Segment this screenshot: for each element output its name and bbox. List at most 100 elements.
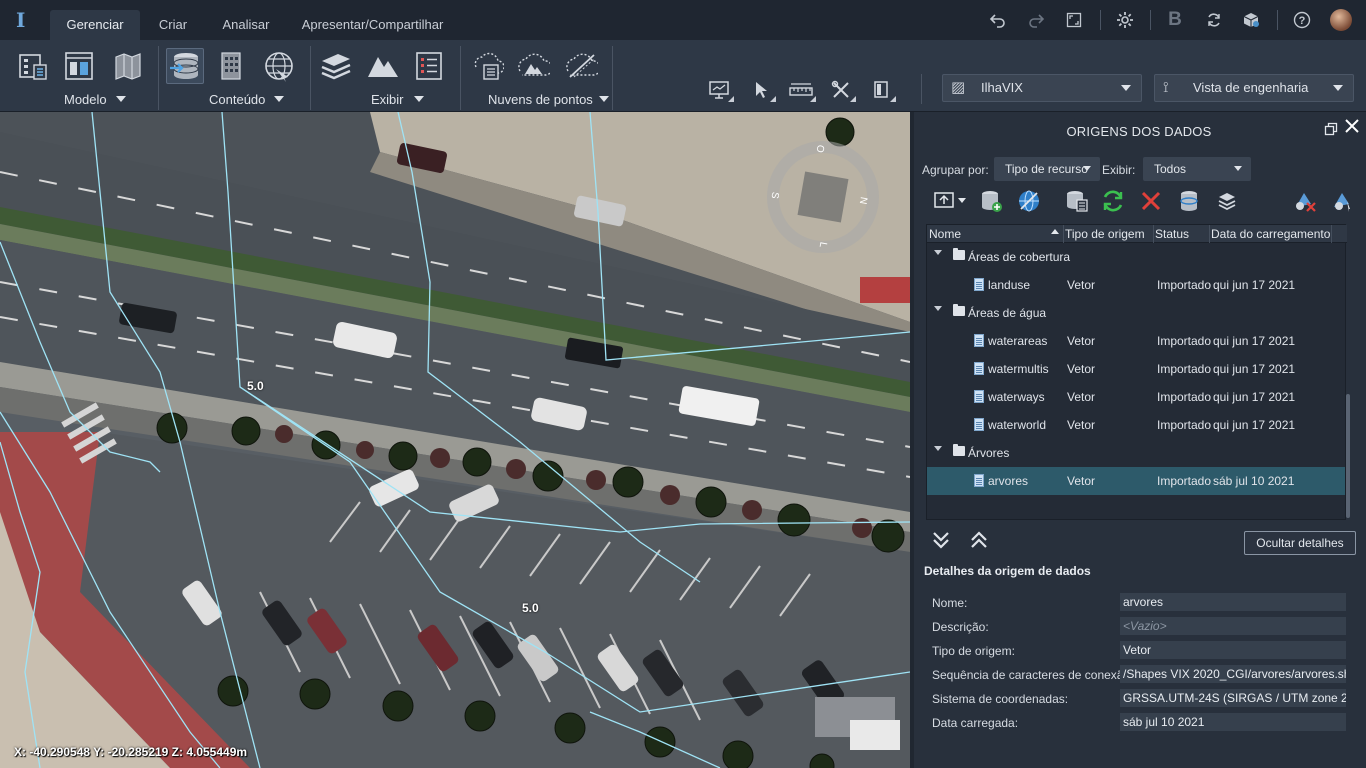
hide-details-button[interactable]: Ocultar detalhes <box>1244 531 1356 555</box>
remove-icon[interactable] <box>1138 188 1164 214</box>
delete-style-icon[interactable] <box>1292 188 1318 214</box>
collapse-all-icon[interactable] <box>930 530 952 552</box>
group-label-modelo[interactable]: Modelo <box>64 92 107 107</box>
close-icon[interactable] <box>1344 118 1362 136</box>
detail-value-description[interactable]: <Vazio> <box>1120 617 1346 635</box>
group-name: Áreas de cobertura <box>968 250 1071 264</box>
navigation-compass[interactable]: N L S O <box>766 140 880 254</box>
presentation-tool-icon[interactable] <box>706 78 734 102</box>
separator <box>310 46 311 110</box>
expand-all-icon[interactable] <box>968 530 990 552</box>
view-selector[interactable]: ⟟ Vista de engenharia <box>1154 74 1354 102</box>
table-row[interactable]: waterworld Vetor Importado qui jun 17 20… <box>927 411 1345 439</box>
fullscreen-icon[interactable] <box>1062 8 1086 32</box>
group-label-conteudo[interactable]: Conteúdo <box>209 92 265 107</box>
tab-apresentar-compartilhar[interactable]: Apresentar/Compartilhar <box>300 10 445 40</box>
buildings-icon[interactable] <box>212 48 250 84</box>
column-header-nome[interactable]: Nome <box>929 227 961 241</box>
terrain-icon[interactable] <box>364 48 402 84</box>
column-header-status[interactable]: Status <box>1155 227 1189 241</box>
table-row[interactable]: watermultis Vetor Importado qui jun 17 2… <box>927 355 1345 383</box>
utilities-tool-icon[interactable] <box>828 78 856 102</box>
detail-value-name[interactable]: arvores <box>1120 593 1346 611</box>
table-row-group[interactable]: Áreas de água <box>927 299 1345 327</box>
row-date: qui jun 17 2021 <box>1213 334 1296 348</box>
group-label-exibir[interactable]: Exibir <box>371 92 404 107</box>
sort-ascending-icon[interactable] <box>1051 229 1059 234</box>
expand-icon[interactable] <box>934 306 942 311</box>
model-selector[interactable]: ▨ IlhaVIX <box>942 74 1142 102</box>
chevron-down-icon <box>1333 85 1343 91</box>
data-sources-table: Nome Tipo de origem Status Data do carre… <box>926 224 1347 520</box>
model-properties-icon[interactable] <box>14 48 52 84</box>
model-explorer-icon[interactable] <box>60 48 98 84</box>
model-map-icon[interactable] <box>108 48 146 84</box>
table-row-group[interactable]: Árvores <box>927 439 1345 467</box>
add-style-icon[interactable] <box>1330 188 1356 214</box>
tab-gerenciar[interactable]: Gerenciar <box>50 10 140 40</box>
row-date: qui jun 17 2021 <box>1213 362 1296 376</box>
map-viewport[interactable]: 5.0 5.0 N L S O X: -40.290548 Y: -20.285… <box>0 112 910 768</box>
bim-b-icon[interactable]: B <box>1163 8 1187 32</box>
expand-icon[interactable] <box>934 250 942 255</box>
row-date: qui jun 17 2021 <box>1213 418 1296 432</box>
chevron-down-icon[interactable] <box>274 96 284 102</box>
detail-value-source-type[interactable]: Vetor <box>1120 641 1346 659</box>
stack-icon[interactable] <box>1214 188 1240 214</box>
panel-title: ORIGENS DOS DADOS <box>1066 124 1212 139</box>
table-row[interactable]: waterways Vetor Importado qui jun 17 202… <box>927 383 1345 411</box>
globe-icon[interactable] <box>260 48 298 84</box>
new-database-icon[interactable] <box>978 188 1004 214</box>
separator <box>1277 10 1278 30</box>
row-status: Importado <box>1157 334 1212 348</box>
column-header-tipo-de-origem[interactable]: Tipo de origem <box>1065 227 1145 241</box>
table-header: Nome Tipo de origem Status Data do carre… <box>927 225 1347 243</box>
source-properties-icon[interactable] <box>1064 188 1090 214</box>
table-row-group[interactable]: Áreas de cobertura <box>927 243 1345 271</box>
contour-label: 5.0 <box>247 379 264 393</box>
sync-icon[interactable] <box>1202 8 1226 32</box>
tab-analisar[interactable]: Analisar <box>216 10 276 40</box>
row-name: landuse <box>988 278 1031 292</box>
redo-icon[interactable] <box>1024 8 1048 32</box>
add-source-icon[interactable] <box>928 188 966 214</box>
point-cloud-terrain-icon[interactable] <box>514 48 552 84</box>
chevron-down-icon <box>1083 166 1091 171</box>
detail-value-coordinate-system[interactable]: GRSSA.UTM-24S (SIRGAS / UTM zone 24S) <box>1120 689 1346 707</box>
group-by-select[interactable]: Tipo de recurso <box>994 157 1100 181</box>
user-avatar[interactable] <box>1330 9 1352 31</box>
detail-value-date-loaded[interactable]: sáb jul 10 2021 <box>1120 713 1346 731</box>
database-icon[interactable] <box>1176 188 1202 214</box>
table-row[interactable]: waterareas Vetor Importado qui jun 17 20… <box>927 327 1345 355</box>
point-cloud-line-icon[interactable] <box>562 48 600 84</box>
table-row[interactable]: landuse Vetor Importado qui jun 17 2021 <box>927 271 1345 299</box>
connect-web-icon[interactable] <box>1016 188 1042 214</box>
undo-icon[interactable] <box>986 8 1010 32</box>
point-cloud-list-icon[interactable] <box>468 48 506 84</box>
chevron-down-icon[interactable] <box>599 96 609 102</box>
refresh-icon[interactable] <box>1100 188 1126 214</box>
settings-icon[interactable] <box>1113 8 1137 32</box>
data-sources-panel: ORIGENS DOS DADOS Agrupar por: Tipo de r… <box>910 112 1366 768</box>
chevron-down-icon[interactable] <box>116 96 126 102</box>
view-tool-icon[interactable] <box>868 78 896 102</box>
expand-icon[interactable] <box>934 446 942 451</box>
group-label-nuvens-de-pontos[interactable]: Nuvens de pontos <box>488 92 593 107</box>
row-type: Vetor <box>1067 362 1096 376</box>
help-icon[interactable]: ? <box>1290 8 1314 32</box>
measure-tool-icon[interactable] <box>788 78 816 102</box>
tab-criar[interactable]: Criar <box>148 10 198 40</box>
row-name: waterways <box>988 390 1045 404</box>
restore-icon[interactable] <box>1324 122 1338 136</box>
chevron-down-icon[interactable] <box>414 96 424 102</box>
layers-icon[interactable] <box>316 48 354 84</box>
table-row-selected[interactable]: arvores Vetor Importado sáb jul 10 2021 <box>927 467 1345 495</box>
list-icon[interactable] <box>410 48 448 84</box>
data-sources-icon[interactable] <box>166 48 204 84</box>
detail-value-connection-string[interactable]: /Shapes VIX 2020_CGI/arvores/arvores.shp… <box>1120 665 1346 683</box>
column-header-data-do-carregamento[interactable]: Data do carregamento <box>1211 227 1330 241</box>
scrollbar[interactable] <box>1346 394 1350 518</box>
cube-icon[interactable] <box>1239 8 1263 32</box>
show-select[interactable]: Todos <box>1143 157 1251 181</box>
select-tool-icon[interactable] <box>748 78 776 102</box>
